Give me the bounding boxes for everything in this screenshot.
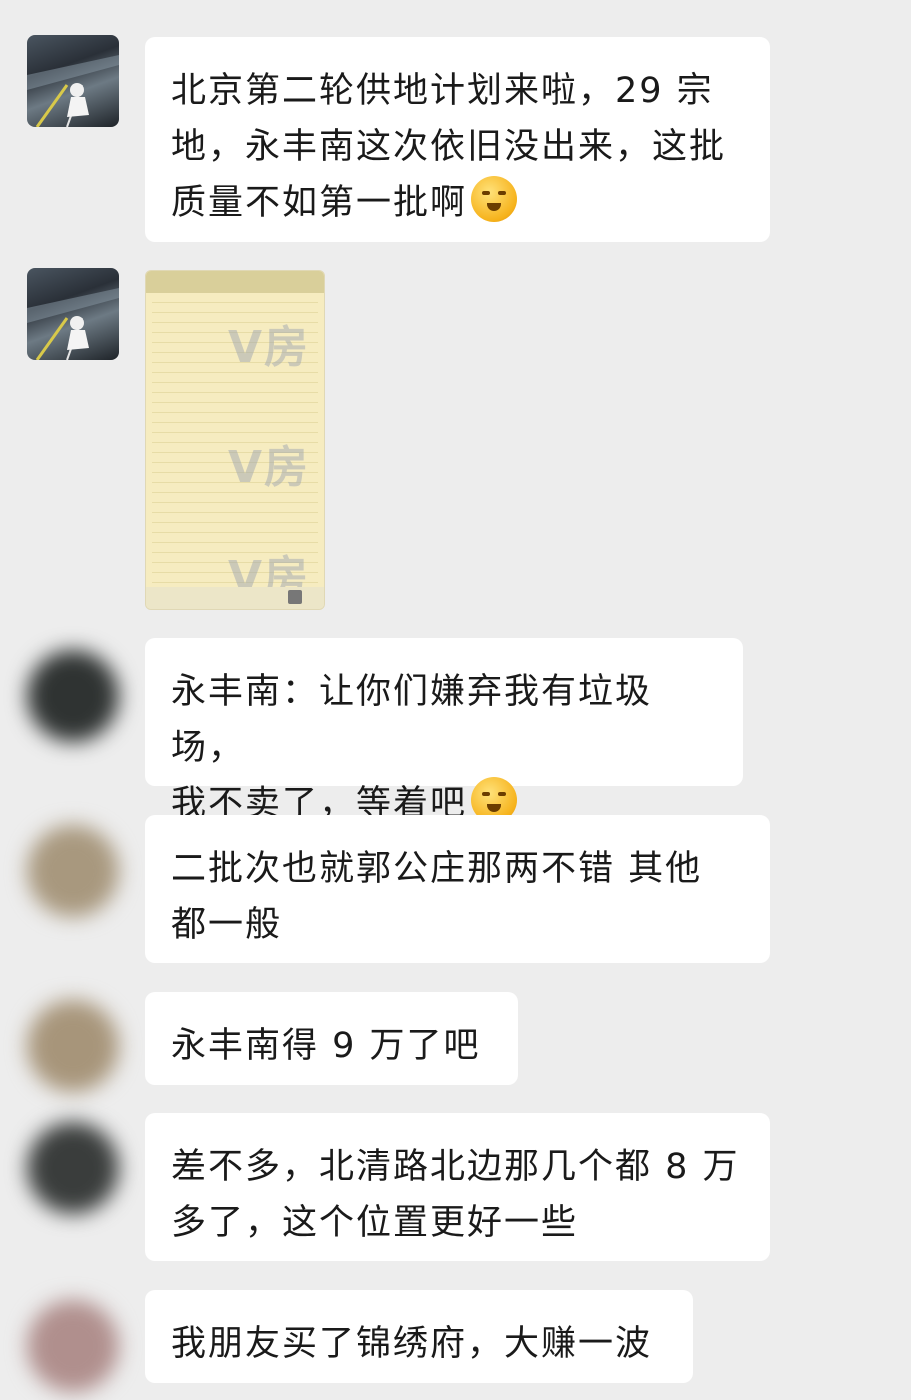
message-bubble[interactable]: 二批次也就郭公庄那两不错 其他 都一般 [145,815,770,963]
avatar[interactable] [27,1300,119,1392]
avatar[interactable] [27,268,119,360]
message-bubble[interactable]: 永丰南得 9 万了吧 [145,992,518,1085]
message-bubble[interactable]: 差不多，北清路北边那几个都 8 万 多了，这个位置更好一些 [145,1113,770,1261]
table-header [146,271,324,293]
watermark: V房 [228,322,311,373]
avatar[interactable] [27,35,119,127]
message-bubble[interactable]: 北京第二轮供地计划来啦，29 宗 地，永丰南这次依旧没出来，这批 质量不如第一批… [145,37,770,242]
avatar[interactable] [27,1000,119,1092]
message-bubble[interactable]: 我朋友买了锦绣府，大赚一波 [145,1290,693,1383]
message-text: 永丰南得 9 万了吧 [171,1026,481,1066]
hand-over-mouth-emoji-icon [471,176,518,222]
message-text: 北京第二轮供地计划来啦，29 宗 地，永丰南这次依旧没出来，这批 质量不如第一批… [171,71,727,223]
avatar[interactable] [27,1122,119,1214]
watermark: V房 [228,442,311,493]
avatar[interactable] [27,650,119,742]
expand-icon [288,590,302,604]
land-plan-table-image[interactable]: V房 V房 V房 [145,270,325,610]
message-text: 我朋友买了锦绣府，大赚一波 [171,1324,653,1364]
message-bubble[interactable]: 永丰南：让你们嫌弃我有垃圾场， 我不卖了，等着吧 [145,638,743,824]
image-footer [146,587,324,609]
avatar[interactable] [27,825,119,917]
message-text: 二批次也就郭公庄那两不错 其他 都一般 [171,849,703,945]
message-text: 差不多，北清路北边那几个都 8 万 多了，这个位置更好一些 [171,1147,740,1243]
message-text: 永丰南：让你们嫌弃我有垃圾场， 我不卖了，等着吧 [171,672,653,824]
